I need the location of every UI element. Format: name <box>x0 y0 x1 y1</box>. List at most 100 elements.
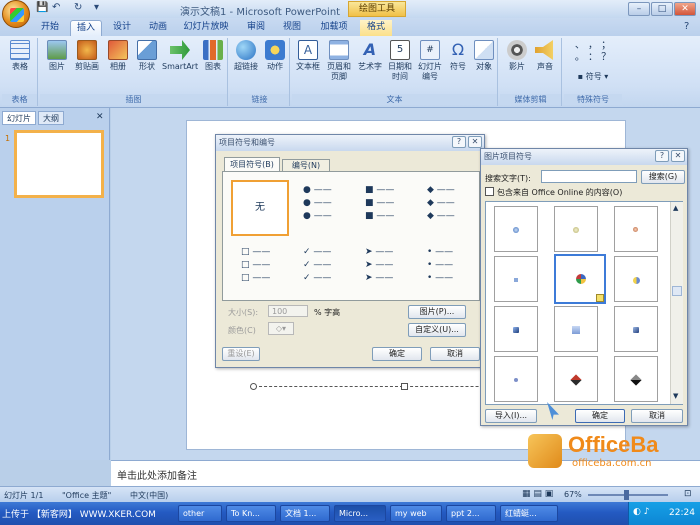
qat-customize-icon[interactable]: ▾ <box>94 2 99 13</box>
customize-button[interactable]: 自定义(U)... <box>408 323 466 337</box>
slide-number-button[interactable]: # 幻灯片编号 <box>416 40 444 82</box>
zoom-level[interactable]: 67% <box>564 490 582 499</box>
picture-button[interactable]: 图片(P)... <box>408 305 466 319</box>
picture-cancel-button[interactable]: 取消 <box>631 409 683 423</box>
picture-bullet-option[interactable] <box>494 256 538 302</box>
tab-review[interactable]: 审阅 <box>240 20 272 36</box>
tab-insert[interactable]: 插入 <box>70 20 102 36</box>
object-button[interactable]: 对象 <box>472 40 496 72</box>
zoom-slider-thumb[interactable] <box>624 490 629 500</box>
slide-thumbnail[interactable] <box>14 130 104 198</box>
wordart-button[interactable]: A 艺术字 <box>356 40 384 72</box>
scroll-thumb[interactable] <box>672 286 682 296</box>
tab-bulleted[interactable]: 项目符号(B) <box>224 157 280 171</box>
picture-bullet-option[interactable] <box>554 206 598 252</box>
picture-close-icon[interactable]: ✕ <box>671 150 685 162</box>
search-button[interactable]: 搜索(G) <box>641 170 685 184</box>
picture-bullet-option[interactable] <box>614 306 658 352</box>
insert-album-button[interactable]: 相册 <box>104 40 132 72</box>
tab-format[interactable]: 格式 <box>360 20 392 36</box>
close-icon[interactable]: ✕ <box>468 136 482 148</box>
taskbar-item-tokn[interactable]: To Kn... <box>226 505 276 522</box>
bullet-small-dot-option[interactable]: • —— • —— • —— <box>427 246 453 285</box>
tab-home[interactable]: 开始 <box>34 20 66 36</box>
bullet-filled-square-option[interactable]: ■ —— ■ —— ■ —— <box>365 184 394 223</box>
tray-icons[interactable]: ◐ ♪ <box>633 507 649 517</box>
reset-button[interactable]: 重设(E) <box>222 347 260 361</box>
picture-bullet-option[interactable] <box>614 206 658 252</box>
special-symbol-button[interactable]: ▪ 符号 ▾ <box>570 72 616 82</box>
picture-bullet-option[interactable] <box>614 356 658 402</box>
picture-bullet-option[interactable] <box>554 356 598 402</box>
insert-shapes-button[interactable]: 形状 <box>134 40 160 72</box>
textbox-button[interactable]: A 文本框 <box>294 40 322 72</box>
sound-button[interactable]: 声音 <box>532 40 558 72</box>
save-icon[interactable]: 💾 <box>36 2 48 13</box>
include-online-checkbox[interactable] <box>485 187 494 196</box>
scroll-up-icon[interactable]: ▲ <box>673 204 678 212</box>
gallery-scrollbar[interactable]: ▲ ▼ <box>670 202 683 404</box>
taskbar-item-other[interactable]: other <box>178 505 222 522</box>
picture-bullet-option[interactable] <box>554 306 598 352</box>
office-button[interactable] <box>2 0 30 28</box>
tab-numbered[interactable]: 编号(N) <box>282 159 330 171</box>
hyperlink-button[interactable]: 超链接 <box>232 40 260 72</box>
picture-bullet-option[interactable] <box>614 256 658 302</box>
bullet-diamond-option[interactable]: ◆ —— ◆ —— ◆ —— <box>427 184 455 223</box>
minimize-button[interactable]: – <box>628 2 650 16</box>
help-icon[interactable]: ? <box>684 21 689 32</box>
view-buttons[interactable]: ▦ ▤ ▣ <box>522 489 553 499</box>
taskbar-item-hongqingting[interactable]: 红蜻蜓... <box>500 505 558 522</box>
bullet-arrow-option[interactable]: ➤ —— ➤ —— ➤ —— <box>365 246 393 285</box>
tab-animation[interactable]: 动画 <box>142 20 174 36</box>
tab-design[interactable]: 设计 <box>106 20 138 36</box>
bullet-filled-circle-option[interactable]: ● —— ● —— ● —— <box>303 184 332 223</box>
picture-ok-button[interactable]: 确定 <box>575 409 625 423</box>
symbol-button[interactable]: Ω 符号 <box>446 40 470 72</box>
insert-clipart-button[interactable]: 剪贴画 <box>72 40 102 72</box>
pane-tab-slides[interactable]: 幻灯片 <box>2 111 36 125</box>
size-stepper[interactable]: 100 <box>268 305 308 317</box>
special-symbols-grid[interactable]: 、 ， ；。 ： ？ <box>570 40 616 64</box>
search-input[interactable] <box>541 170 637 183</box>
datetime-button[interactable]: 5 日期和时间 <box>386 40 414 82</box>
ok-button[interactable]: 确定 <box>372 347 422 361</box>
insert-picture-button[interactable]: 图片 <box>44 40 70 72</box>
taskbar-item-ppt[interactable]: ppt 2... <box>446 505 496 522</box>
taskbar-item-microsoft[interactable]: Micro... <box>334 505 386 522</box>
header-footer-button[interactable]: 页眉和页脚 <box>324 40 354 82</box>
tab-view[interactable]: 视图 <box>276 20 308 36</box>
resize-handle-mid[interactable] <box>401 383 408 390</box>
insert-chart-button[interactable]: 图表 <box>200 40 226 72</box>
taskbar-item-document[interactable]: 文档 1... <box>280 505 330 522</box>
tab-addins[interactable]: 加载项 <box>314 20 354 36</box>
picture-bullet-option[interactable] <box>494 356 538 402</box>
picture-help-icon[interactable]: ? <box>655 150 669 162</box>
bullet-hollow-square-option[interactable]: □ —— □ —— □ —— <box>241 246 270 285</box>
bullet-checkmark-option[interactable]: ✓ —— ✓ —— ✓ —— <box>303 246 331 285</box>
close-button[interactable]: ✕ <box>674 2 696 16</box>
cancel-button[interactable]: 取消 <box>430 347 480 361</box>
pane-close-icon[interactable]: ✕ <box>96 112 104 122</box>
pane-tab-outline[interactable]: 大纲 <box>38 111 64 125</box>
help-icon[interactable]: ? <box>452 136 466 148</box>
resize-handle[interactable] <box>250 383 257 390</box>
picture-bullet-option-selected[interactable] <box>554 254 606 304</box>
tab-slideshow[interactable]: 幻灯片放映 <box>178 20 234 36</box>
bullet-none-option[interactable]: 无 <box>231 180 289 236</box>
action-button[interactable]: 动作 <box>262 40 288 72</box>
taskbar-item-myweb[interactable]: my web <box>390 505 442 522</box>
scroll-down-icon[interactable]: ▼ <box>673 392 678 400</box>
movie-button[interactable]: 影片 <box>504 40 530 72</box>
maximize-button[interactable]: □ <box>651 2 673 16</box>
picture-bullet-option[interactable] <box>494 206 538 252</box>
redo-icon[interactable]: ↻ <box>74 2 82 13</box>
undo-icon[interactable]: ↶ <box>52 2 60 13</box>
picture-bullet-option[interactable] <box>494 306 538 352</box>
color-picker[interactable]: ◇▾ <box>268 322 294 335</box>
insert-table-button[interactable]: 表格 <box>6 40 34 72</box>
insert-smartart-button[interactable]: SmartArt <box>162 40 198 72</box>
group-text: A 文本框 页眉和页脚 A 艺术字 5 日期和时间 # 幻灯片编号 Ω 符号 对象 文本 <box>292 38 498 106</box>
fit-window-icon[interactable]: ⊡ <box>684 489 692 499</box>
import-button[interactable]: 导入(I)... <box>485 409 537 423</box>
